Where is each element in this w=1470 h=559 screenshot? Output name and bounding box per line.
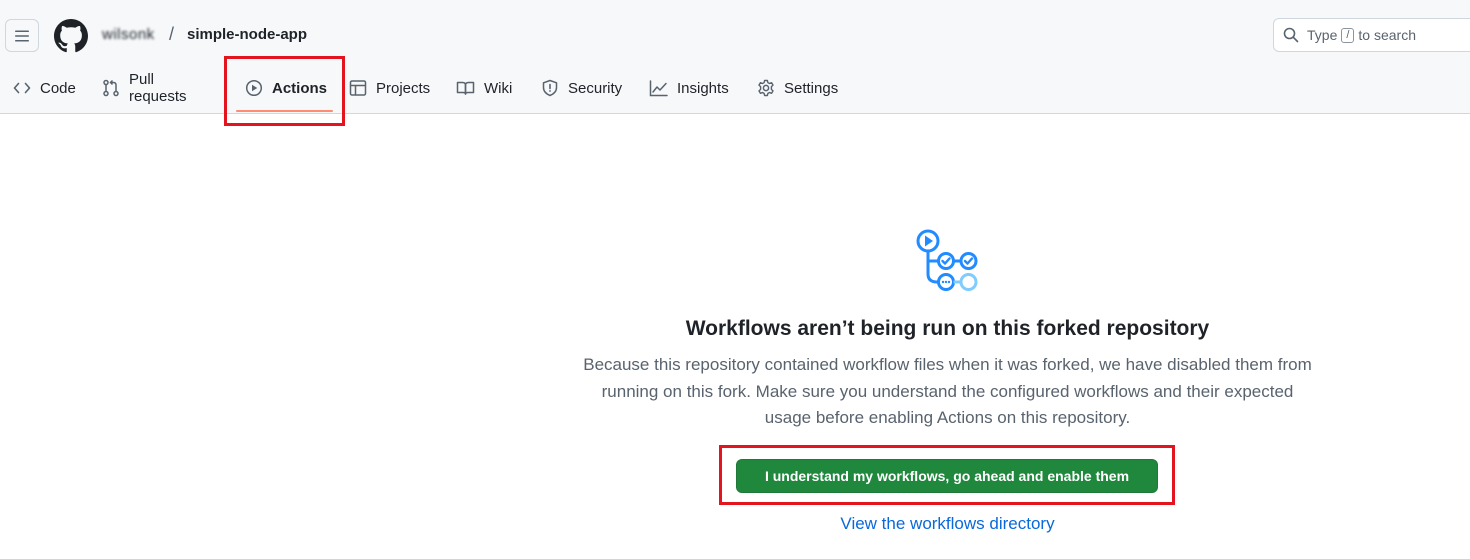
code-icon xyxy=(13,82,31,94)
description-line: running on this fork. Make sure you unde… xyxy=(601,381,1294,401)
gear-icon xyxy=(758,79,774,97)
blankslate-description: Because this repository contained workfl… xyxy=(560,352,1335,432)
active-tab-underline xyxy=(236,110,333,112)
graph-icon xyxy=(649,79,668,96)
tab-wiki[interactable]: Wiki xyxy=(456,66,512,110)
workflow-icon xyxy=(916,229,978,291)
description-line: Because this repository contained workfl… xyxy=(583,355,1312,374)
tab-pull-requests[interactable]: Pull requests xyxy=(102,66,187,110)
tab-projects[interactable]: Projects xyxy=(349,66,430,110)
tab-security[interactable]: Security xyxy=(541,66,622,110)
tab-code-label: Code xyxy=(40,79,76,97)
play-icon xyxy=(245,79,263,97)
enable-workflows-button[interactable]: I understand my workflows, go ahead and … xyxy=(736,459,1158,493)
repo-name-link[interactable]: simple-node-app xyxy=(187,26,307,43)
git-pull-request-icon xyxy=(103,79,119,97)
tab-pull-requests-label: Pull requests xyxy=(129,71,187,105)
repo-header: wilsonk / simple-node-app Type / to sear… xyxy=(0,0,1470,114)
tab-settings[interactable]: Settings xyxy=(757,66,838,110)
github-logo-icon[interactable] xyxy=(54,19,88,53)
description-line: usage before enabling Actions on this re… xyxy=(764,408,1131,427)
tab-insights-label: Insights xyxy=(677,79,729,97)
search-input[interactable]: Type / to search xyxy=(1273,18,1470,52)
hamburger-icon xyxy=(15,30,29,41)
tab-actions[interactable]: Actions xyxy=(245,66,327,110)
search-prefix: Type xyxy=(1307,27,1338,43)
shield-icon xyxy=(542,79,558,97)
repo-owner-link[interactable]: wilsonk xyxy=(102,26,155,43)
search-suffix: to search xyxy=(1358,27,1417,43)
search-shortcut-key: / xyxy=(1341,27,1355,43)
search-icon xyxy=(1283,27,1299,43)
tab-actions-label: Actions xyxy=(272,79,328,97)
hamburger-menu-button[interactable] xyxy=(5,19,39,52)
tab-code[interactable]: Code xyxy=(13,66,76,110)
workflows-directory-link[interactable]: View the workflows directory xyxy=(760,514,1135,534)
book-icon xyxy=(456,81,475,95)
breadcrumb-separator: / xyxy=(169,24,175,44)
tab-settings-label: Settings xyxy=(784,79,839,97)
tab-security-label: Security xyxy=(568,79,623,97)
table-icon xyxy=(349,80,367,96)
blankslate-title: Workflows aren’t being run on this forke… xyxy=(685,317,1210,340)
tab-projects-label: Projects xyxy=(376,79,431,97)
tab-wiki-label: Wiki xyxy=(484,79,513,97)
tab-insights[interactable]: Insights xyxy=(649,66,729,110)
